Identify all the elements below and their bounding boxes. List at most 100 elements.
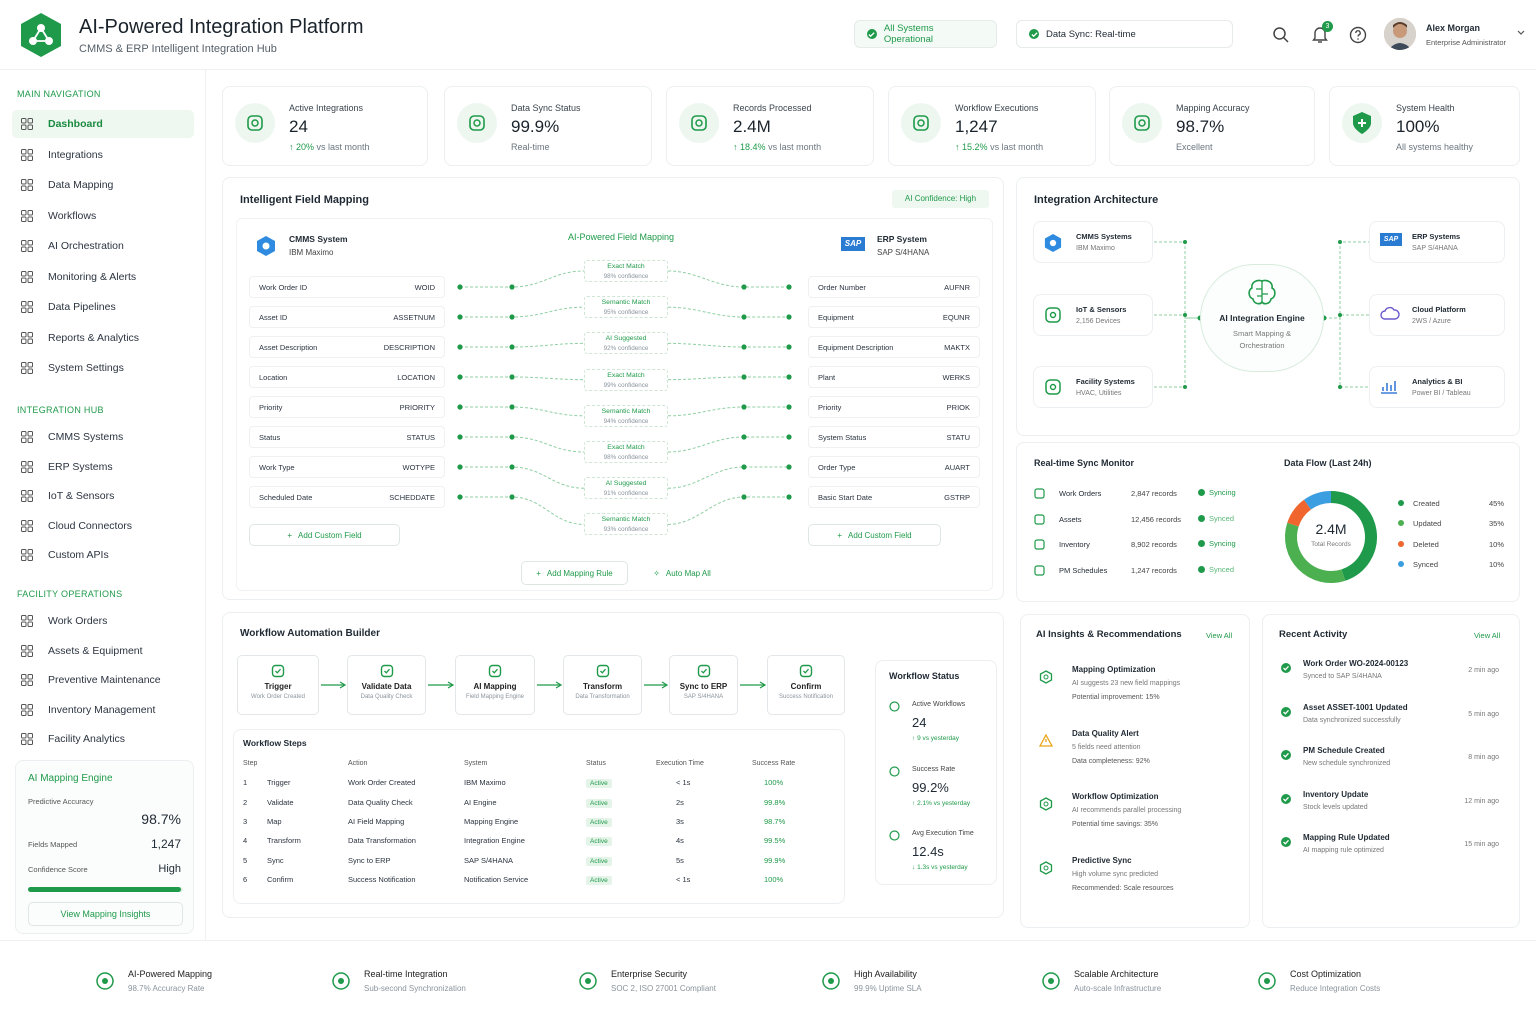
- search-icon[interactable]: [1272, 26, 1290, 44]
- avatar[interactable]: [1384, 18, 1416, 50]
- kpi-card[interactable]: Workflow Executions 1,247 ↑ 15.2% vs last …: [888, 86, 1096, 166]
- sidebar-item-preventive-maintenance[interactable]: Preventive Maintenance: [12, 666, 194, 694]
- table-row[interactable]: 5 Sync Sync to ERP SAP S/4HANA Active 5s 99.9%: [243, 850, 837, 869]
- activity-title[interactable]: Mapping Rule Updated: [1303, 833, 1390, 842]
- workflow-node[interactable]: Transform Data Transformation: [563, 655, 642, 715]
- kpi-card[interactable]: System Health 100% All systems healthy: [1329, 86, 1520, 166]
- sidebar-item-custom-apis[interactable]: Custom APIs: [12, 541, 194, 569]
- cell-text: AI Engine: [464, 797, 497, 807]
- insight-title[interactable]: Data Quality Alert: [1072, 729, 1139, 738]
- table-row[interactable]: 1 Trigger Work Order Created IBM Maximo Acti…: [243, 773, 837, 792]
- source-field[interactable]: Work Order ID WOID: [249, 276, 445, 298]
- table-row[interactable]: 3 Map AI Field Mapping Mapping Engine Active…: [243, 812, 837, 831]
- donut-slice-synced[interactable]: [1303, 491, 1332, 510]
- target-field[interactable]: Priority PRIOK: [808, 396, 980, 418]
- view-all-link[interactable]: View All: [1206, 631, 1232, 640]
- insight-title[interactable]: Predictive Sync: [1072, 856, 1132, 865]
- sidebar-item-workflows[interactable]: Workflows: [12, 202, 194, 230]
- source-field[interactable]: Work Type WOTYPE: [249, 456, 445, 478]
- field-label: Asset Description: [259, 342, 318, 352]
- architecture-node[interactable]: Facility Systems HVAC, Utilities: [1033, 366, 1153, 408]
- activity-title[interactable]: PM Schedule Created: [1303, 746, 1385, 755]
- view-mapping-insights-button[interactable]: View Mapping Insights: [28, 902, 183, 926]
- table-row[interactable]: 2 Validate Data Quality Check AI Engine Acti…: [243, 793, 837, 812]
- match-badge[interactable]: Semantic Match 95% confidence: [584, 296, 668, 319]
- data-sync-pill[interactable]: Data Sync: Real-time: [1016, 20, 1233, 48]
- add-mapping-rule-button[interactable]: + Add Mapping Rule: [521, 561, 628, 585]
- sidebar-item-facility-analytics[interactable]: Facility Analytics: [12, 725, 194, 753]
- chevron-down-icon[interactable]: [1517, 30, 1525, 36]
- sidebar-item-system-settings[interactable]: System Settings: [12, 354, 194, 382]
- target-field[interactable]: System Status STATU: [808, 426, 980, 448]
- target-field[interactable]: Order Type AUART: [808, 456, 980, 478]
- sidebar-item-data-pipelines[interactable]: Data Pipelines: [12, 293, 194, 321]
- architecture-node[interactable]: SAP ERP Systems SAP S/4HANA: [1369, 221, 1505, 263]
- source-field[interactable]: Scheduled Date SCHEDDATE: [249, 486, 445, 508]
- sidebar-item-inventory-management[interactable]: Inventory Management: [12, 696, 194, 724]
- sidebar-item-integrations[interactable]: Integrations: [12, 141, 194, 169]
- sidebar-item-label: ERP Systems: [48, 460, 113, 473]
- sidebar-item-iot-sensors[interactable]: IoT & Sensors: [12, 482, 194, 510]
- help-icon[interactable]: [1349, 26, 1367, 44]
- activity-title[interactable]: Asset ASSET-1001 Updated: [1303, 703, 1408, 712]
- match-badge[interactable]: Semantic Match 93% confidence: [584, 513, 668, 536]
- target-field[interactable]: Order Number AUFNR: [808, 276, 980, 298]
- target-field[interactable]: Basic Start Date GSTRP: [808, 486, 980, 508]
- match-badge[interactable]: Exact Match 98% confidence: [584, 260, 668, 282]
- table-row[interactable]: 6 Confirm Success Notification Notification…: [243, 870, 837, 889]
- sidebar-item-data-mapping[interactable]: Data Mapping: [12, 171, 194, 199]
- sidebar-item-work-orders[interactable]: Work Orders: [12, 607, 194, 635]
- sidebar-item-dashboard[interactable]: Dashboard: [12, 110, 194, 138]
- architecture-node[interactable]: IoT & Sensors 2,156 Devices: [1033, 294, 1153, 336]
- system-status-pill[interactable]: All Systems Operational: [854, 20, 997, 48]
- activity-title[interactable]: Inventory Update: [1303, 790, 1368, 799]
- sidebar-item-cloud-connectors[interactable]: Cloud Connectors: [12, 512, 194, 540]
- workflow-node[interactable]: AI Mapping Field Mapping Engine: [455, 655, 535, 715]
- source-field[interactable]: Location LOCATION: [249, 366, 445, 388]
- sidebar-item-cmms-systems[interactable]: CMMS Systems: [12, 423, 194, 451]
- kpi-card[interactable]: Records Processed 2.4M ↑ 18.4% vs last mon…: [666, 86, 874, 166]
- target-field[interactable]: Plant WERKS: [808, 366, 980, 388]
- view-all-link[interactable]: View All: [1474, 631, 1500, 640]
- add-custom-field-right-button[interactable]: + Add Custom Field: [808, 524, 941, 546]
- sidebar-item-label: Inventory Management: [48, 703, 156, 716]
- architecture-node[interactable]: CMMS Systems IBM Maximo: [1033, 221, 1153, 263]
- workflow-node[interactable]: Trigger Work Order Created: [237, 655, 319, 715]
- target-field[interactable]: Equipment EQUNR: [808, 306, 980, 328]
- insight-title[interactable]: Mapping Optimization: [1072, 665, 1156, 674]
- source-field[interactable]: Priority PRIORITY: [249, 396, 445, 418]
- kpi-card[interactable]: Active Integrations 24 ↑ 20% vs last month: [222, 86, 428, 166]
- mapping-node-dot: [741, 464, 747, 470]
- sidebar-item-reports-analytics[interactable]: Reports & Analytics: [12, 324, 194, 352]
- add-custom-field-left-button[interactable]: + Add Custom Field: [249, 524, 400, 546]
- match-badge[interactable]: AI Suggested 92% confidence: [584, 332, 668, 355]
- match-badge[interactable]: Exact Match 98% confidence: [584, 441, 668, 463]
- health-icon: [1342, 103, 1382, 143]
- source-field[interactable]: Asset ID ASSETNUM: [249, 306, 445, 328]
- workflow-node[interactable]: Sync to ERP SAP S/4HANA: [669, 655, 738, 715]
- match-badge[interactable]: Exact Match 99% confidence: [584, 368, 668, 391]
- insight-title[interactable]: Workflow Optimization: [1072, 792, 1159, 801]
- target-field[interactable]: Equipment Description MAKTX: [808, 336, 980, 358]
- steps-title: Workflow Steps: [243, 738, 307, 748]
- architecture-node[interactable]: Analytics & BI Power BI / Tableau: [1369, 366, 1505, 408]
- auto-map-all-button[interactable]: ✧ Auto Map All: [637, 561, 727, 585]
- kpi-card[interactable]: Mapping Accuracy 98.7% Excellent: [1109, 86, 1315, 166]
- sidebar-item-erp-systems[interactable]: ERP Systems: [12, 453, 194, 481]
- match-badge[interactable]: AI Suggested 91% confidence: [584, 477, 668, 500]
- kpi-card[interactable]: Data Sync Status 99.9% Real-time: [444, 86, 652, 166]
- check-icon: [867, 29, 877, 39]
- sidebar-item-monitoring-alerts[interactable]: Monitoring & Alerts: [12, 263, 194, 291]
- table-row[interactable]: 4 Transform Data Transformation Integration…: [243, 831, 837, 850]
- mapping-line: [460, 306, 585, 318]
- source-field[interactable]: Asset Description DESCRIPTION: [249, 336, 445, 358]
- workflow-node[interactable]: Confirm Success Notification: [767, 655, 845, 715]
- match-badge[interactable]: Semantic Match 94% confidence: [584, 404, 668, 427]
- source-field[interactable]: Status STATUS: [249, 426, 445, 448]
- sidebar-item-ai-orchestration[interactable]: AI Orchestration: [12, 232, 194, 260]
- sidebar-item-assets-equipment[interactable]: Assets & Equipment: [12, 637, 194, 665]
- activity-title[interactable]: Work Order WO-2024-00123: [1303, 659, 1408, 668]
- workflow-node[interactable]: Validate Data Data Quality Check: [347, 655, 426, 715]
- column-header: Execution Time: [656, 760, 704, 768]
- architecture-node[interactable]: Cloud Platform 2WS / Azure: [1369, 294, 1505, 336]
